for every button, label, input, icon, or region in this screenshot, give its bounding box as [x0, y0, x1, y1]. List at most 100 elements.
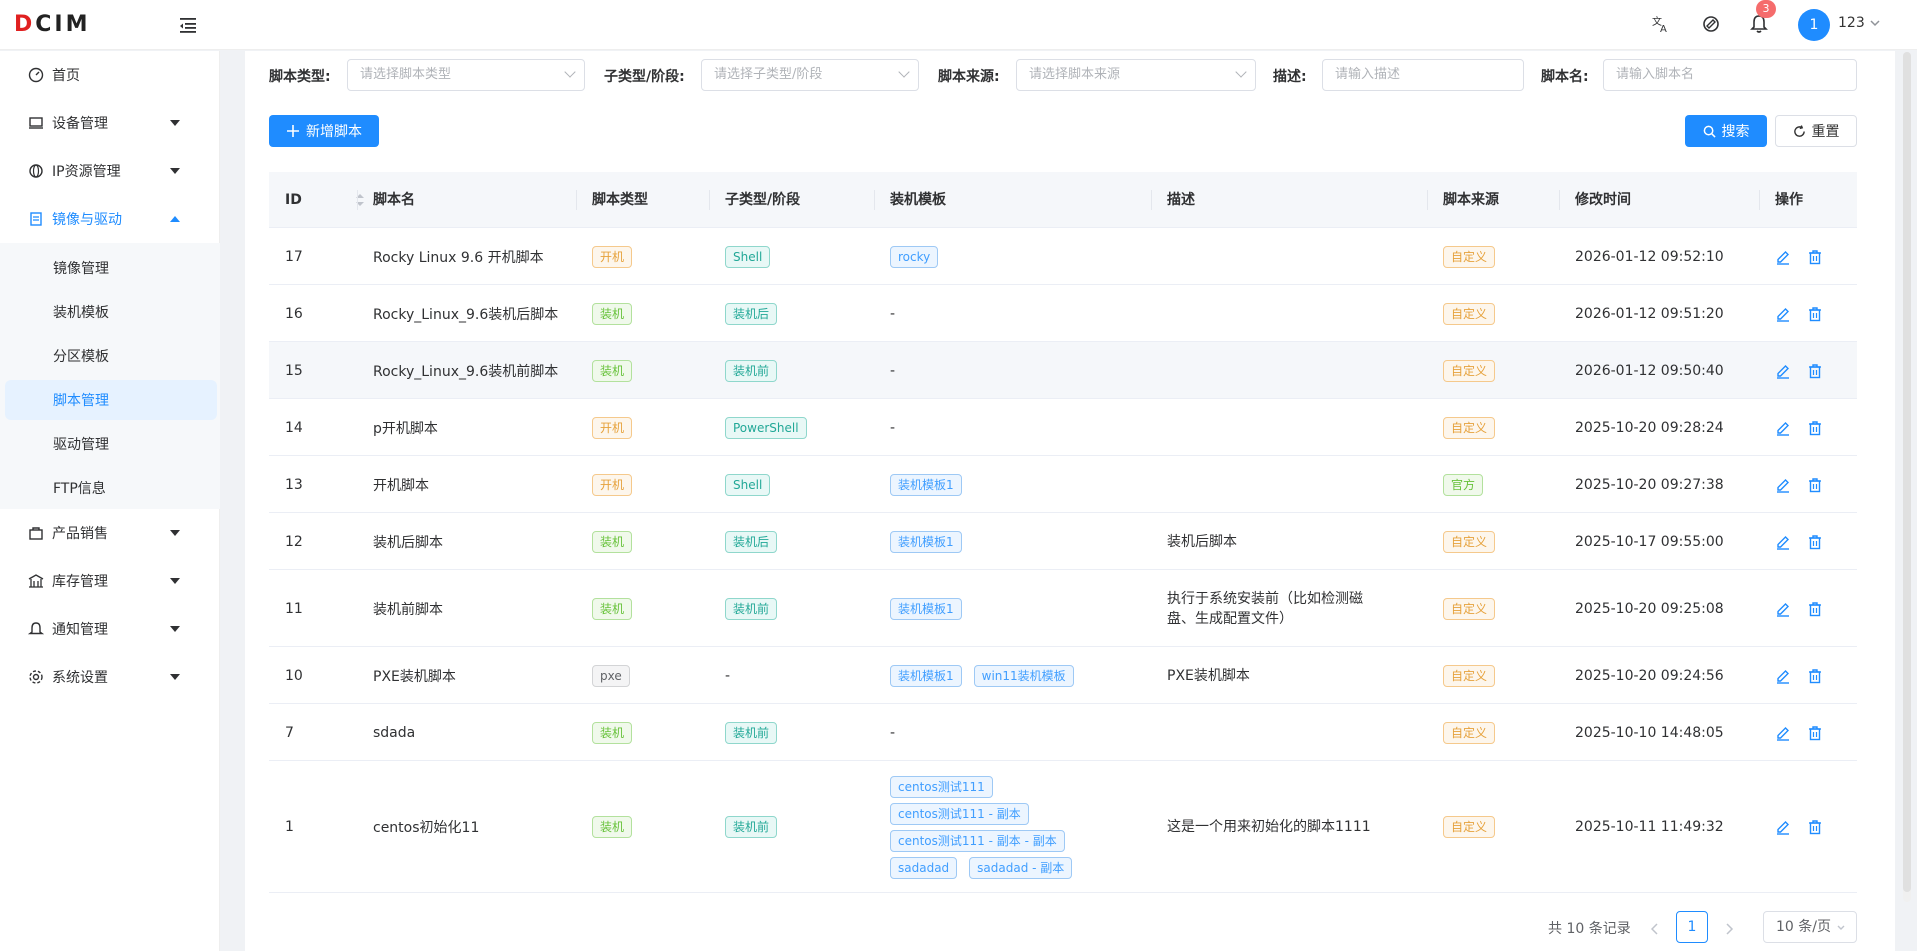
- sidebar-item-notifications[interactable]: 通知管理: [0, 605, 220, 653]
- script-name-input[interactable]: 请输入脚本名: [1603, 59, 1857, 91]
- table-row[interactable]: 15 Rocky_Linux_9.6装机前脚本 装机 装机前 - 自定义 2026-01-1…: [269, 342, 1857, 399]
- table-row[interactable]: 10 PXE装机脚本 pxe - 装机模板1 win11装机模板 PXE装机脚本 自定义 202…: [269, 647, 1857, 704]
- page-scrollbar[interactable]: [1903, 52, 1911, 902]
- script-type-select[interactable]: 请选择脚本类型: [347, 59, 585, 91]
- cell-subtype: Shell: [709, 228, 874, 285]
- column-header-id[interactable]: ID: [269, 172, 357, 228]
- table-row[interactable]: 14 p开机脚本 开机 PowerShell - 自定义 2025-10-20 09:28:…: [269, 399, 1857, 456]
- source-tag: 自定义: [1443, 416, 1496, 439]
- table-row[interactable]: 7 sdada 装机 装机前 - 自定义 2025-10-10 14:48:05: [269, 704, 1857, 761]
- subtype-select[interactable]: 请选择子类型/阶段: [701, 59, 919, 91]
- avatar[interactable]: 1: [1798, 9, 1830, 41]
- delete-icon[interactable]: [1807, 534, 1823, 550]
- chevron-down-icon[interactable]: [1868, 16, 1882, 34]
- delete-icon[interactable]: [1807, 668, 1823, 684]
- table-row[interactable]: 16 Rocky_Linux_9.6装机后脚本 装机 装机后 - 自定义 2026-01-1…: [269, 285, 1857, 342]
- sidebar-item-inventory[interactable]: 库存管理: [0, 557, 220, 605]
- cell-name: centos初始化11: [357, 761, 576, 893]
- sidebar-item-label: 设备管理: [52, 116, 108, 132]
- sidebar-item-label: 首页: [52, 68, 80, 84]
- modified-time-text: 2025-10-17 09:55:00: [1575, 533, 1724, 550]
- description-text: 执行于系统安装前（比如检测磁盘、生成配置文件）: [1167, 590, 1363, 627]
- language-icon[interactable]: 文A: [1650, 13, 1672, 35]
- prev-page-icon[interactable]: [1645, 915, 1665, 943]
- script-source-select[interactable]: 请选择脚本来源: [1016, 59, 1256, 91]
- delete-icon[interactable]: [1807, 420, 1823, 436]
- app-logo[interactable]: DCIM: [14, 12, 91, 37]
- template-tag: centos测试111: [890, 775, 993, 798]
- edit-icon[interactable]: [1775, 420, 1791, 436]
- next-page-icon[interactable]: [1719, 915, 1739, 943]
- sidebar-item-ip[interactable]: IP资源管理: [0, 147, 220, 195]
- sidebar-subitem-image-mgmt[interactable]: 镜像管理: [5, 248, 217, 288]
- cell-name: Rocky_Linux_9.6装机前脚本: [357, 342, 576, 399]
- column-header-time: 修改时间: [1575, 192, 1631, 208]
- table-row[interactable]: 12 装机后脚本 装机 装机后 装机模板1 装机后脚本 自定义 2025-10-17 09:5…: [269, 513, 1857, 570]
- delete-icon[interactable]: [1807, 306, 1823, 322]
- sidebar-subitem-partition-template[interactable]: 分区模板: [5, 336, 217, 376]
- edit-icon[interactable]: [1775, 725, 1791, 741]
- edit-icon[interactable]: [1775, 306, 1791, 322]
- delete-icon[interactable]: [1807, 725, 1823, 741]
- subtype-tag: 装机后: [725, 530, 778, 553]
- chevron-down-icon: [1837, 925, 1845, 930]
- type-tag: 开机: [592, 473, 633, 496]
- sidebar-item-devices[interactable]: 设备管理: [0, 99, 220, 147]
- source-tag: 自定义: [1443, 245, 1496, 268]
- sidebar-item-home[interactable]: 首页: [0, 51, 220, 99]
- table-row[interactable]: 11 装机前脚本 装机 装机前 装机模板1 执行于系统安装前（比如检测磁盘、生成配置文件）…: [269, 570, 1857, 647]
- empty-dash: -: [890, 419, 896, 436]
- sidebar-subitem-driver-mgmt[interactable]: 驱动管理: [5, 424, 217, 464]
- cell-id: 17: [269, 228, 357, 285]
- reset-button[interactable]: 重置: [1775, 115, 1857, 147]
- cell-source: 官方: [1427, 456, 1559, 513]
- edit-icon[interactable]: [1775, 819, 1791, 835]
- page-size-select[interactable]: 10 条/页: [1763, 911, 1857, 943]
- table-row[interactable]: 17 Rocky Linux 9.6 开机脚本 开机 Shell rocky 自定义 202…: [269, 228, 1857, 285]
- delete-icon[interactable]: [1807, 601, 1823, 617]
- scrollbar-thumb[interactable]: [1903, 52, 1911, 892]
- modified-time-text: 2026-01-12 09:51:20: [1575, 305, 1724, 322]
- script-name-text: p开机脚本: [373, 420, 438, 437]
- main-content: 脚本类型: 请选择脚本类型 子类型/阶段: 请选择子类型/阶段 脚本来源: 请选…: [245, 51, 1895, 951]
- cell-subtype: 装机后: [709, 513, 874, 570]
- id-text: 11: [285, 600, 303, 617]
- subtype-tag: 装机前: [725, 721, 778, 744]
- search-button[interactable]: 搜索: [1685, 115, 1767, 147]
- edit-icon[interactable]: [1775, 363, 1791, 379]
- template-tag: 装机模板1: [890, 530, 962, 553]
- delete-icon[interactable]: [1807, 363, 1823, 379]
- page-number-button[interactable]: 1: [1676, 911, 1708, 943]
- sidebar-item-sales[interactable]: 产品销售: [0, 509, 220, 557]
- caret-up-icon: [170, 216, 180, 222]
- table-row[interactable]: 1 centos初始化11 装机 装机前 centos测试111 centos测试111 …: [269, 761, 1857, 893]
- delete-icon[interactable]: [1807, 819, 1823, 835]
- cell-actions: [1759, 513, 1857, 570]
- modified-time-text: 2025-10-20 09:25:08: [1575, 600, 1724, 617]
- table-row[interactable]: 13 开机脚本 开机 Shell 装机模板1 官方 2025-10-20 09:27:38: [269, 456, 1857, 513]
- cell-type: 装机: [576, 285, 709, 342]
- add-script-button[interactable]: 新增脚本: [269, 115, 379, 147]
- sidebar-subitem-install-template[interactable]: 装机模板: [5, 292, 217, 332]
- theme-icon[interactable]: [1700, 13, 1722, 35]
- username[interactable]: 123: [1838, 15, 1865, 31]
- cell-subtype: PowerShell: [709, 399, 874, 456]
- edit-icon[interactable]: [1775, 601, 1791, 617]
- description-input[interactable]: 请输入描述: [1322, 59, 1524, 91]
- edit-icon[interactable]: [1775, 668, 1791, 684]
- sidebar-subitem-ftp[interactable]: FTP信息: [5, 468, 217, 508]
- caret-down-icon: [170, 120, 180, 126]
- delete-icon[interactable]: [1807, 477, 1823, 493]
- edit-icon[interactable]: [1775, 534, 1791, 550]
- sidebar-item-settings[interactable]: 系统设置: [0, 653, 220, 701]
- sidebar-collapse-icon[interactable]: [178, 15, 198, 35]
- cell-name: sdada: [357, 704, 576, 761]
- sidebar-subitem-script-mgmt[interactable]: 脚本管理: [5, 380, 217, 420]
- edit-icon[interactable]: [1775, 477, 1791, 493]
- cell-source: 自定义: [1427, 285, 1559, 342]
- delete-icon[interactable]: [1807, 249, 1823, 265]
- sidebar-item-images[interactable]: 镜像与驱动: [0, 195, 220, 243]
- edit-icon[interactable]: [1775, 249, 1791, 265]
- cell-actions: [1759, 456, 1857, 513]
- cell-type: 装机: [576, 513, 709, 570]
